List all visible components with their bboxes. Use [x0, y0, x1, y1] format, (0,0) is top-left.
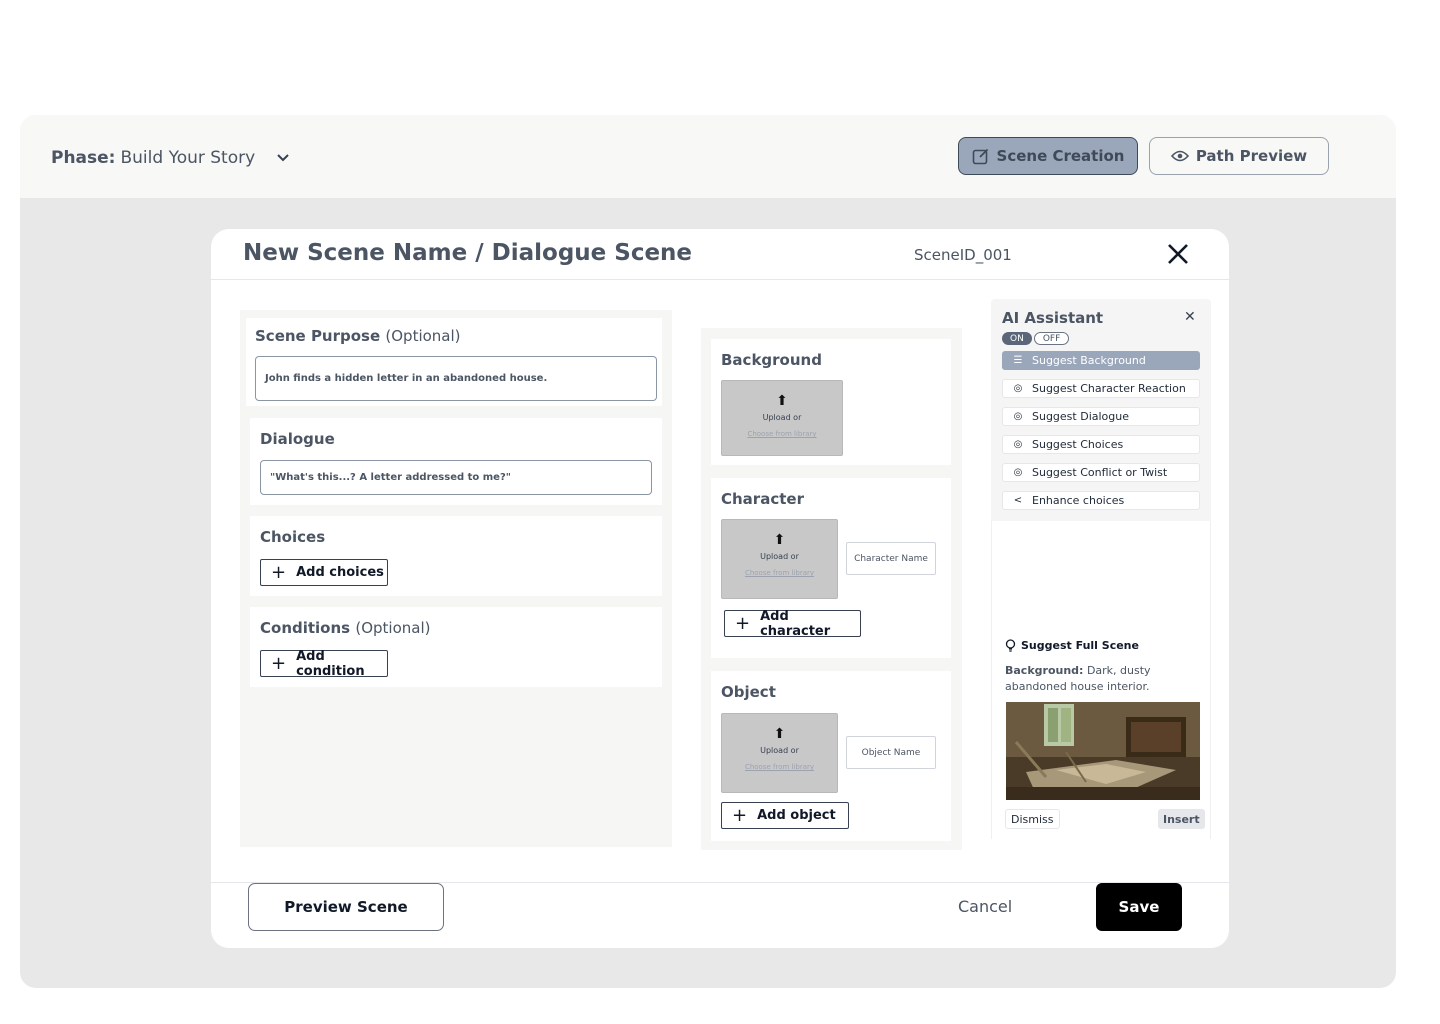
dialogue-card: Dialogue "What's this...? A letter addre… — [250, 418, 662, 505]
close-icon[interactable]: ✕ — [1184, 309, 1196, 325]
upload-text: Upload or — [760, 552, 799, 561]
save-button[interactable]: Save — [1096, 883, 1182, 931]
conditions-card: Conditions (Optional) + Add condition — [250, 607, 662, 687]
choices-label: Choices — [260, 528, 326, 546]
dialogue-input[interactable]: "What's this...? A letter addressed to m… — [260, 460, 652, 495]
upload-text: Upload or — [762, 413, 802, 422]
toggle-on[interactable]: ON — [1002, 332, 1032, 345]
suggestion-text: Background: Dark, dusty abandoned house … — [1005, 663, 1205, 695]
toggle-off[interactable]: OFF — [1033, 332, 1070, 345]
ai-item-label: Suggest Dialogue — [1032, 410, 1130, 423]
phase-value: Build Your Story — [120, 148, 256, 168]
ai-suggestion-area: Suggest Full Scene Background: Dark, dus… — [991, 521, 1211, 839]
scene-creation-label: Scene Creation — [996, 147, 1125, 165]
upload-icon: ⬆ — [773, 726, 786, 742]
lightbulb-icon — [1005, 639, 1016, 652]
character-card: Character ⬆ Upload or Choose from librar… — [711, 478, 951, 658]
eye-icon — [1170, 150, 1189, 162]
object-upload[interactable]: ⬆ Upload or Choose from library — [721, 713, 838, 793]
app-shell: Phase: Build Your Story Scene Creation P… — [20, 115, 1396, 988]
choose-library-link[interactable]: Choose from library — [722, 430, 842, 438]
scene-purpose-card: Scene Purpose (Optional) John finds a hi… — [246, 318, 662, 406]
scene-details-column: Scene Purpose (Optional) John finds a hi… — [240, 310, 672, 847]
list-icon: ☰ — [1013, 355, 1023, 366]
background-upload[interactable]: ⬆ Upload or Choose from library — [721, 380, 843, 456]
add-condition-button[interactable]: + Add condition — [260, 648, 388, 679]
plus-icon: + — [735, 612, 751, 634]
ai-item-label: Suggest Conflict or Twist — [1032, 466, 1168, 479]
add-choices-label: Add choices — [296, 565, 384, 580]
add-object-label: Add object — [757, 808, 836, 823]
plus-icon: + — [732, 804, 748, 826]
ai-item-label: Enhance choices — [1032, 494, 1125, 507]
object-name-input[interactable]: Object Name — [846, 736, 936, 769]
choices-card: Choices + Add choices — [250, 516, 662, 596]
scene-id: SceneID_001 — [914, 246, 1012, 264]
upload-icon: ⬆ — [773, 532, 786, 548]
character-name-input[interactable]: Character Name — [846, 542, 936, 575]
ai-assistant-title: AI Assistant — [1002, 309, 1104, 327]
object-card: Object ⬆ Upload or Choose from library O… — [711, 671, 951, 841]
add-choices-button[interactable]: + Add choices — [260, 559, 388, 586]
suggest-character-reaction-item[interactable]: ◎ Suggest Character Reaction — [1002, 379, 1200, 398]
ai-item-label: Suggest Background — [1032, 354, 1146, 367]
sparkle-icon: ◎ — [1013, 439, 1023, 450]
path-preview-label: Path Preview — [1195, 147, 1308, 165]
plus-icon: + — [271, 652, 287, 674]
suggested-background-image — [1006, 702, 1200, 800]
ai-assistant-panel: AI Assistant ✕ ON OFF ☰ Suggest Backgrou… — [991, 299, 1211, 839]
object-label: Object — [721, 683, 776, 701]
add-character-button[interactable]: + Add character — [724, 608, 861, 639]
ai-item-label: Suggest Character Reaction — [1032, 382, 1186, 395]
cancel-button[interactable]: Cancel — [958, 897, 1012, 916]
add-character-label: Add character — [760, 608, 831, 639]
insert-button[interactable]: Insert — [1158, 809, 1205, 829]
suggest-full-scene: Suggest Full Scene — [1005, 639, 1139, 652]
modal-header: New Scene Name / Dialogue Scene SceneID_… — [211, 229, 1229, 280]
sparkle-icon: ◎ — [1013, 411, 1023, 422]
path-preview-button[interactable]: Path Preview — [1149, 137, 1329, 175]
edit-icon — [972, 148, 988, 165]
conditions-label: Conditions (Optional) — [260, 619, 431, 637]
add-condition-label: Add condition — [296, 648, 365, 679]
ai-item-label: Suggest Choices — [1032, 438, 1124, 451]
upload-text: Upload or — [760, 746, 799, 755]
dismiss-button[interactable]: Dismiss — [1005, 809, 1060, 829]
top-bar: Phase: Build Your Story Scene Creation P… — [20, 115, 1396, 198]
share-icon: < — [1013, 495, 1023, 506]
add-object-button[interactable]: + Add object — [721, 802, 849, 829]
preview-scene-button[interactable]: Preview Scene — [248, 883, 444, 931]
choose-library-link[interactable]: Choose from library — [722, 569, 837, 577]
phase-selector[interactable]: Phase: Build Your Story — [51, 148, 289, 168]
suggest-background-item[interactable]: ☰ Suggest Background — [1002, 351, 1200, 370]
background-card: Background ⬆ Upload or Choose from libra… — [711, 339, 951, 465]
modal-title: New Scene Name / Dialogue Scene — [243, 240, 693, 266]
chevron-down-icon[interactable] — [277, 151, 289, 165]
character-label: Character — [721, 490, 804, 508]
character-upload[interactable]: ⬆ Upload or Choose from library — [721, 519, 838, 599]
close-icon[interactable] — [1166, 242, 1190, 266]
upload-icon: ⬆ — [776, 393, 788, 409]
scene-modal: New Scene Name / Dialogue Scene SceneID_… — [211, 229, 1229, 948]
choose-library-link[interactable]: Choose from library — [722, 763, 837, 771]
suggest-choices-item[interactable]: ◎ Suggest Choices — [1002, 435, 1200, 454]
dialogue-label: Dialogue — [260, 430, 335, 448]
plus-icon: + — [271, 561, 287, 583]
enhance-choices-item[interactable]: < Enhance choices — [1002, 491, 1200, 510]
suggest-conflict-item[interactable]: ◎ Suggest Conflict or Twist — [1002, 463, 1200, 482]
suggest-dialogue-item[interactable]: ◎ Suggest Dialogue — [1002, 407, 1200, 426]
sparkle-icon: ◎ — [1013, 467, 1023, 478]
phase-label: Phase: — [51, 148, 116, 168]
scene-creation-button[interactable]: Scene Creation — [958, 137, 1138, 175]
suggestion-bg-label: Background: — [1005, 664, 1084, 677]
scene-purpose-input[interactable]: John finds a hidden letter in an abandon… — [255, 356, 657, 401]
background-label: Background — [721, 351, 822, 369]
ai-toggle[interactable]: ON OFF — [1002, 332, 1070, 345]
assets-column: Background ⬆ Upload or Choose from libra… — [701, 328, 962, 850]
scene-purpose-label: Scene Purpose (Optional) — [255, 327, 461, 345]
sparkle-icon: ◎ — [1013, 383, 1023, 394]
suggest-full-scene-label: Suggest Full Scene — [1021, 639, 1139, 652]
